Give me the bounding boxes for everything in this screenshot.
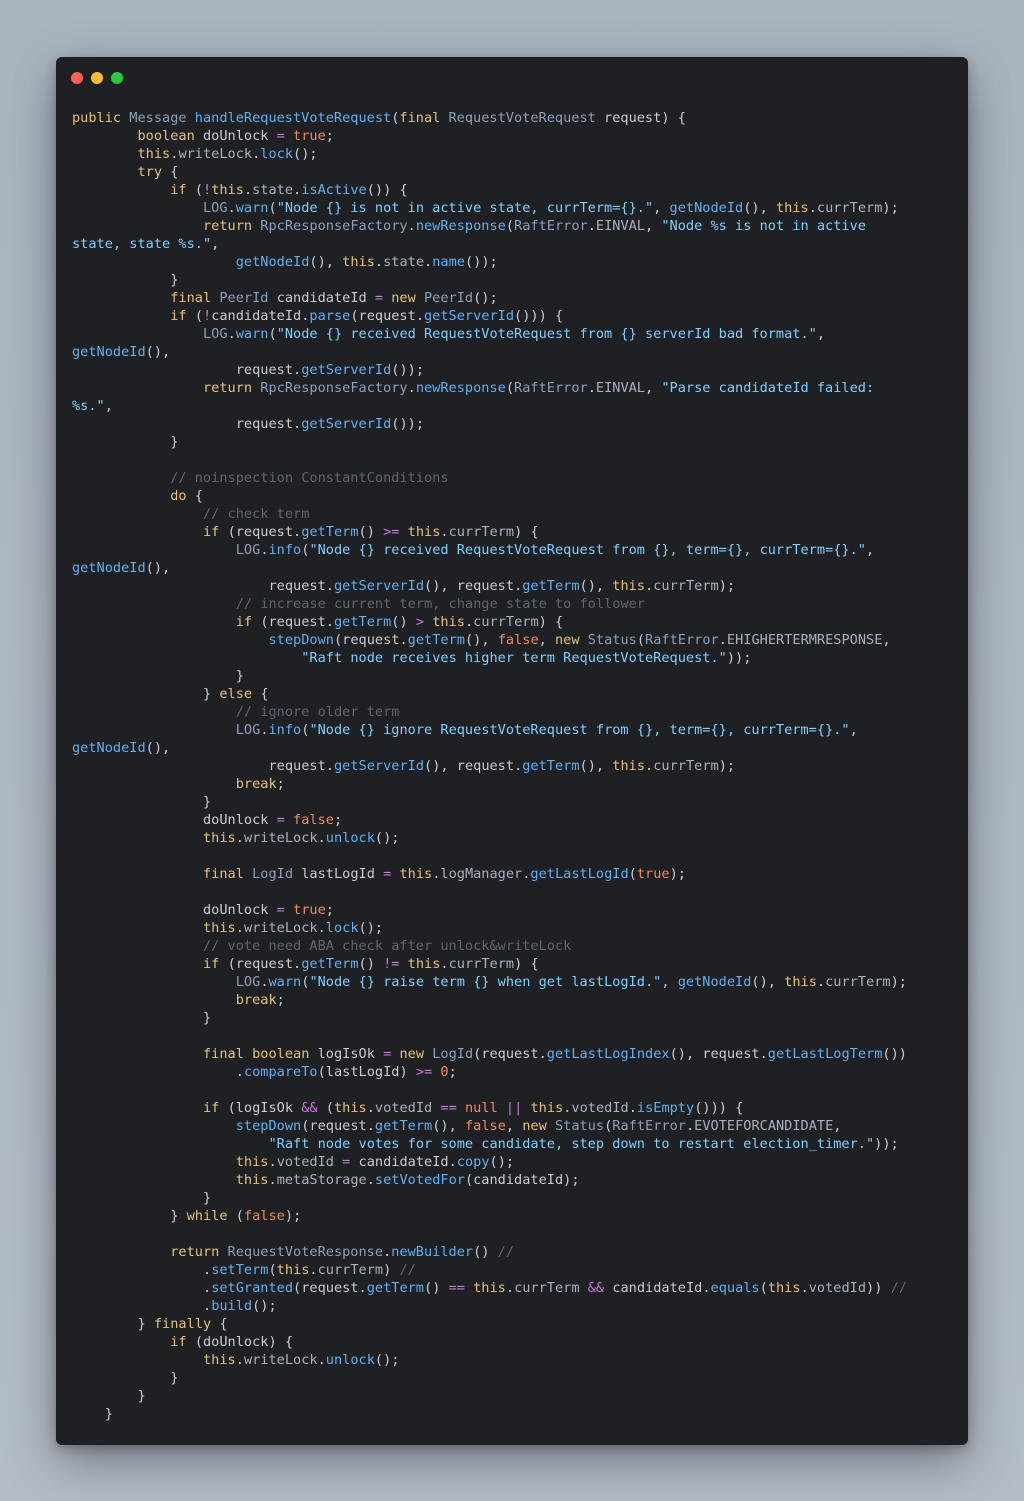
code-line: this.writeLock.lock();: [203, 920, 384, 936]
code-line: request.getServerId());: [235, 416, 425, 432]
code-line: if (request.getTerm() > this.currTerm) {: [235, 614, 564, 630]
code-line: if (!candidateId.parse(request.getServer…: [170, 308, 564, 324]
code-line: if (request.getTerm() >= this.currTerm) …: [203, 524, 539, 540]
code-line: this.writeLock.unlock();: [203, 830, 400, 846]
code-line: if (request.getTerm() != this.currTerm) …: [203, 956, 539, 972]
code-line: request.getServerId(), request.getTerm()…: [268, 758, 736, 774]
code-line: this.writeLock.lock();: [137, 146, 318, 162]
code-line: boolean doUnlock = true;: [137, 128, 334, 144]
code-line: .setGranted(request.getTerm() == this.cu…: [203, 1280, 907, 1296]
code-line: LOG.info("Node {} received RequestVoteRe…: [235, 542, 875, 558]
code-line: if (doUnlock) {: [170, 1334, 294, 1350]
code-line: final boolean logIsOk = new LogId(reques…: [203, 1046, 907, 1062]
code-line: return RequestVoteResponse.newBuilder() …: [170, 1244, 515, 1260]
code-line: doUnlock = true;: [203, 902, 334, 918]
minimize-button[interactable]: [91, 72, 103, 84]
zoom-button[interactable]: [111, 72, 123, 84]
code-line: do {: [170, 488, 203, 504]
code-line: LOG.info("Node {} ignore RequestVoteRequ…: [235, 722, 858, 738]
code-line: request.getServerId());: [235, 362, 425, 378]
code-line: return RpcResponseFactory.newResponse(Ra…: [203, 218, 866, 234]
code-line: final LogId lastLogId = this.logManager.…: [203, 866, 686, 882]
code-line: .build();: [203, 1298, 277, 1314]
code-line: } else {: [203, 686, 269, 702]
code-line: }: [104, 1406, 113, 1422]
code-line: .compareTo(lastLogId) >= 0;: [235, 1064, 457, 1080]
code-line: }: [203, 794, 212, 810]
code-line: state, state %s.",: [72, 236, 220, 252]
code-line: if (!this.state.isActive()) {: [170, 182, 408, 198]
code-line: } finally {: [137, 1316, 228, 1332]
code-line: }: [170, 1370, 179, 1386]
code-line: return RpcResponseFactory.newResponse(Ra…: [203, 380, 875, 396]
code-line: }: [203, 1190, 212, 1206]
code-line: getNodeId(),: [72, 344, 171, 360]
code-line: break;: [235, 776, 285, 792]
code-line: getNodeId(),: [72, 740, 171, 756]
code-line: final PeerId candidateId = new PeerId();: [170, 290, 498, 306]
code-line: // increase current term, change state t…: [235, 596, 645, 612]
code-line: }: [137, 1388, 146, 1404]
code-line: doUnlock = false;: [203, 812, 343, 828]
code-line: %s.",: [72, 398, 113, 414]
code-line: getNodeId(),: [72, 560, 171, 576]
code-line: // vote need ABA check after unlock&writ…: [203, 938, 572, 954]
code-window: public Message handleRequestVoteRequest(…: [56, 57, 968, 1445]
code-line: try {: [137, 164, 179, 180]
code-line: LOG.warn("Node {} raise term {} when get…: [235, 974, 907, 990]
code-line: LOG.warn("Node {} received RequestVoteRe…: [203, 326, 826, 342]
code-line: getNodeId(), this.state.name());: [235, 254, 498, 270]
window-titlebar: [56, 57, 968, 97]
code-line: } while (false);: [170, 1208, 302, 1224]
code-line: // ignore older term: [235, 704, 400, 720]
code-line: }: [170, 434, 179, 450]
code-line: request.getServerId(), request.getTerm()…: [268, 578, 736, 594]
code-line: "Raft node votes for some candidate, ste…: [268, 1136, 899, 1152]
code-line: this.metaStorage.setVotedFor(candidateId…: [235, 1172, 580, 1188]
code-line: }: [170, 272, 179, 288]
close-button[interactable]: [71, 72, 83, 84]
code-line: .setTerm(this.currTerm) //: [203, 1262, 416, 1278]
code-line: }: [235, 668, 244, 684]
code-line: if (logIsOk && (this.votedId == null || …: [203, 1100, 744, 1116]
code-line: // noinspection ConstantConditions: [170, 470, 449, 486]
code-line: }: [203, 1010, 212, 1026]
code-line: // check term: [203, 506, 310, 522]
code-line: LOG.warn("Node {} is not in active state…: [203, 200, 899, 216]
code-line: stepDown(request.getTerm(), false, new S…: [235, 1118, 842, 1134]
code-line: this.votedId = candidateId.copy();: [235, 1154, 515, 1170]
code-line: this.writeLock.unlock();: [203, 1352, 400, 1368]
code-line: public Message handleRequestVoteRequest(…: [72, 110, 686, 126]
code-block: public Message handleRequestVoteRequest(…: [72, 109, 952, 1423]
code-line: stepDown(request.getTerm(), false, new S…: [268, 632, 891, 648]
code-line: break;: [235, 992, 285, 1008]
code-line: "Raft node receives higher term RequestV…: [301, 650, 752, 666]
